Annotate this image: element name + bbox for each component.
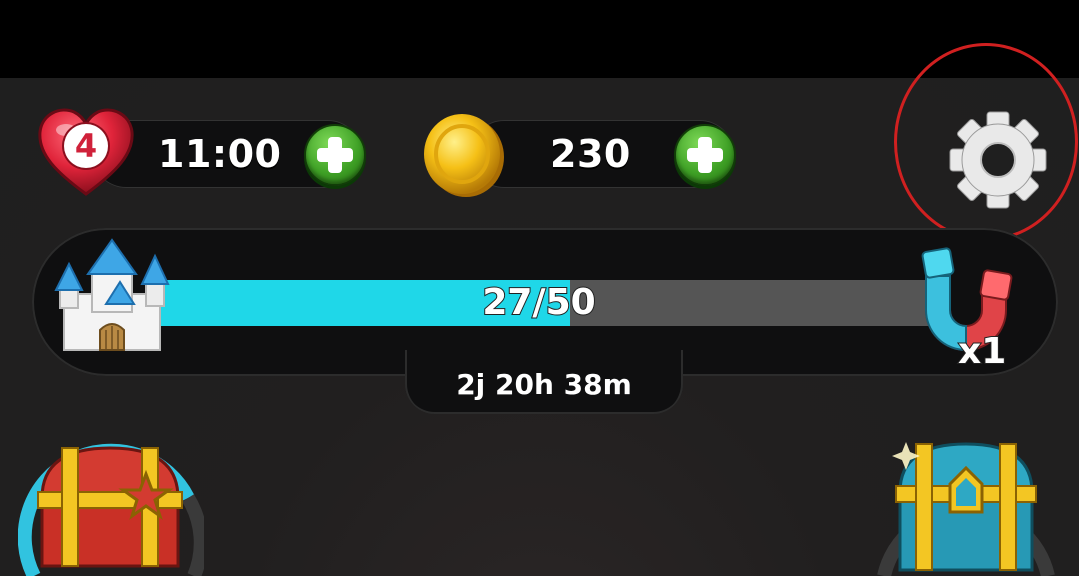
coin-amount: 230 <box>550 132 631 176</box>
progress-label: 27/50 <box>481 281 596 324</box>
event-time-left: 2j 20h 38m <box>456 368 632 401</box>
lives-count: 4 <box>74 127 98 165</box>
red-chest-button[interactable] <box>17 408 208 576</box>
lives-timer: 11:00 <box>158 132 282 176</box>
add-lives-button[interactable] <box>304 124 366 186</box>
blue-chest-button[interactable] <box>876 412 1056 576</box>
treasure-chest-icon <box>17 443 208 576</box>
castle-icon[interactable] <box>50 238 174 356</box>
coin-icon[interactable] <box>418 110 508 200</box>
magnet-multiplier: x1 <box>957 330 1007 373</box>
add-coins-button[interactable] <box>674 124 736 186</box>
plus-icon <box>317 137 353 173</box>
plus-icon <box>687 137 723 173</box>
treasure-chest-icon <box>877 442 1055 576</box>
game-screen: 4 11:00 230 27/50 2j 20h 38m x1 <box>0 0 1079 576</box>
settings-highlight-circle <box>894 43 1078 241</box>
